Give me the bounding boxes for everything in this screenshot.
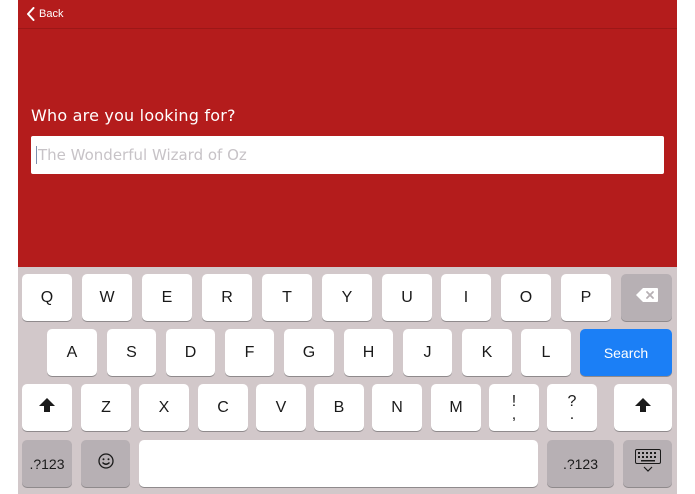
keyboard-dismiss-icon [634,449,661,478]
backspace-key[interactable] [621,274,672,321]
search-field[interactable] [31,136,664,174]
search-input[interactable] [38,146,638,164]
space-bar[interactable] [139,440,538,487]
key-t[interactable]: T [262,274,312,321]
navigation-bar: Back [18,0,677,29]
key-b[interactable]: B [314,384,364,431]
shift-icon [39,398,55,417]
numbers-key-left[interactable]: .?123 [22,440,72,487]
key-w[interactable]: W [82,274,132,321]
key-p[interactable]: P [561,274,611,321]
key-q[interactable]: Q [22,274,72,321]
text-caret [36,146,37,164]
shift-icon [635,398,651,417]
key-m[interactable]: M [431,384,481,431]
key-k[interactable]: K [462,329,512,376]
key-v[interactable]: V [256,384,306,431]
key-c[interactable]: C [198,384,248,431]
key-s[interactable]: S [107,329,156,376]
key-question-period[interactable]: ? . [547,384,597,431]
key-g[interactable]: G [284,329,334,376]
key-j[interactable]: J [403,329,452,376]
app-screen: Back Who are you looking for? Q W E R T … [18,0,677,494]
key-e[interactable]: E [142,274,192,321]
key-n[interactable]: N [372,384,422,431]
numbers-key-right[interactable]: .?123 [547,440,614,487]
on-screen-keyboard: Q W E R T Y U I O P A S D F G H J K L Se… [18,267,677,494]
key-comma-bottom: , [511,405,517,423]
key-z[interactable]: Z [81,384,131,431]
prompt-label: Who are you looking for? [31,106,236,125]
chevron-left-icon [26,7,35,21]
key-y[interactable]: Y [322,274,372,321]
key-f[interactable]: F [225,329,274,376]
backspace-icon [635,288,658,307]
back-button[interactable]: Back [26,6,63,22]
key-l[interactable]: L [521,329,571,376]
back-label: Back [39,8,64,20]
shift-key-right[interactable] [614,384,672,431]
shift-key-left[interactable] [22,384,72,431]
key-i[interactable]: I [441,274,491,321]
key-r[interactable]: R [202,274,252,321]
key-exclamation-comma[interactable]: ! , [489,384,539,431]
emoji-icon [97,453,114,474]
keyboard-dismiss-key[interactable] [623,440,672,487]
key-o[interactable]: O [501,274,551,321]
key-d[interactable]: D [166,329,215,376]
key-a[interactable]: A [47,329,97,376]
key-period-bottom: . [569,405,575,423]
key-h[interactable]: H [344,329,393,376]
search-key[interactable]: Search [580,329,672,376]
key-u[interactable]: U [382,274,432,321]
emoji-key[interactable] [81,440,130,487]
key-x[interactable]: X [139,384,189,431]
